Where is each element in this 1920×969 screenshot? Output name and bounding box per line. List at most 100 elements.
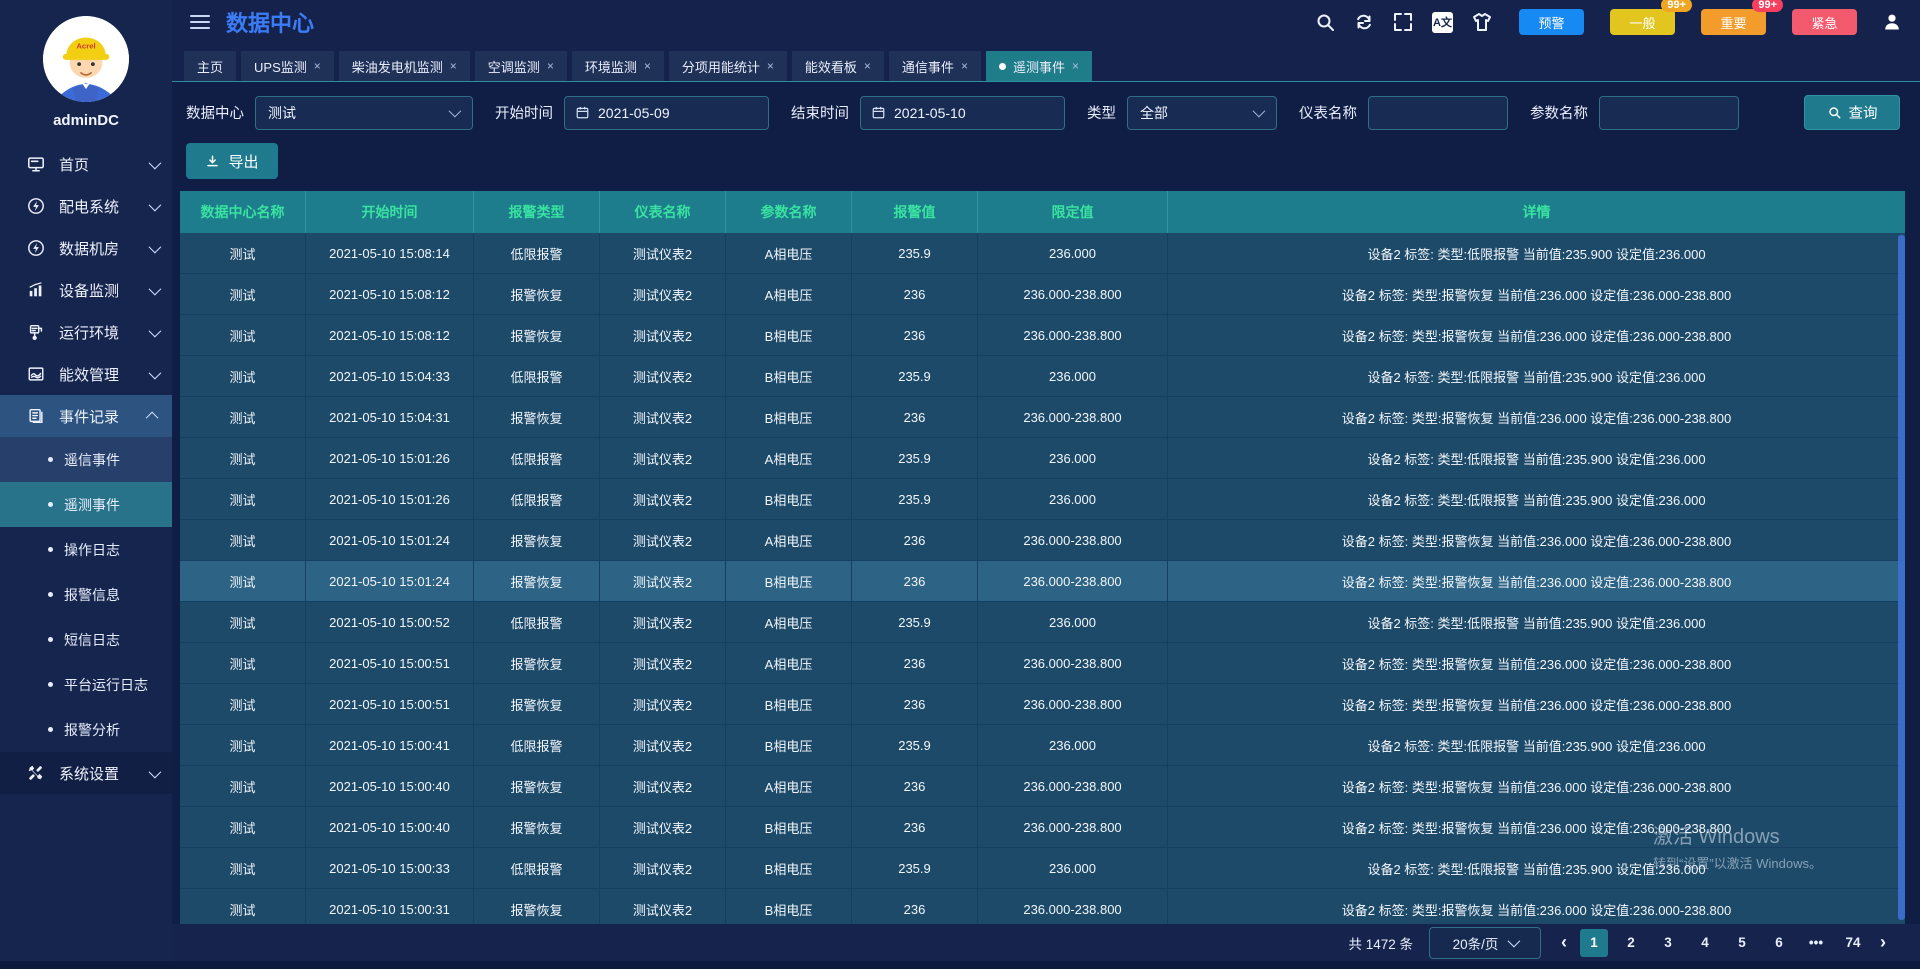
table-header-cell[interactable]: 详情 bbox=[1168, 191, 1905, 233]
alarm-button[interactable]: 紧急 bbox=[1792, 9, 1857, 35]
table-row[interactable]: 测试 2021-05-10 15:08:12 报警恢复 测试仪表2 A相电压 2… bbox=[180, 274, 1905, 315]
table-row[interactable]: 测试 2021-05-10 15:00:40 报警恢复 测试仪表2 B相电压 2… bbox=[180, 807, 1905, 848]
table-header-cell[interactable]: 报警类型 bbox=[474, 191, 600, 233]
page-button[interactable]: 4 bbox=[1691, 929, 1719, 957]
power-icon bbox=[26, 238, 46, 258]
translate-icon[interactable]: A文 bbox=[1432, 12, 1453, 33]
datacenter-select[interactable]: 测试 bbox=[255, 96, 473, 130]
page-button[interactable]: 3 bbox=[1654, 929, 1682, 957]
page-button[interactable]: 1 bbox=[1580, 929, 1608, 957]
close-icon[interactable]: × bbox=[864, 59, 871, 73]
next-page-icon[interactable]: › bbox=[1876, 932, 1890, 953]
refresh-icon[interactable] bbox=[1354, 12, 1374, 32]
sidebar-subitem[interactable]: 平台运行日志 bbox=[0, 662, 172, 707]
sidebar-subitem[interactable]: 遥测事件 bbox=[0, 482, 172, 527]
sidebar-item[interactable]: 事件记录 bbox=[0, 395, 172, 437]
tab[interactable]: UPS监测 × bbox=[241, 51, 334, 81]
table-row[interactable]: 测试 2021-05-10 15:00:41 低限报警 测试仪表2 B相电压 2… bbox=[180, 725, 1905, 766]
avatar[interactable]: Acrel bbox=[43, 16, 129, 102]
param-name-input[interactable] bbox=[1599, 96, 1739, 130]
page-button[interactable]: 74 bbox=[1839, 929, 1867, 957]
search-icon[interactable] bbox=[1315, 12, 1335, 32]
table-row[interactable]: 测试 2021-05-10 15:00:31 报警恢复 测试仪表2 B相电压 2… bbox=[180, 889, 1905, 924]
sidebar-subitem[interactable]: 操作日志 bbox=[0, 527, 172, 572]
tab[interactable]: 柴油发电机监测 × bbox=[339, 51, 470, 81]
table-row[interactable]: 测试 2021-05-10 15:00:52 低限报警 测试仪表2 A相电压 2… bbox=[180, 602, 1905, 643]
page-button[interactable]: 5 bbox=[1728, 929, 1756, 957]
menu-collapse-icon[interactable] bbox=[190, 11, 210, 33]
sidebar-subitem[interactable]: 短信日志 bbox=[0, 617, 172, 662]
table-row[interactable]: 测试 2021-05-10 15:01:26 低限报警 测试仪表2 A相电压 2… bbox=[180, 438, 1905, 479]
table-row[interactable]: 测试 2021-05-10 15:08:14 低限报警 测试仪表2 A相电压 2… bbox=[180, 233, 1905, 274]
table-row[interactable]: 测试 2021-05-10 15:00:33 低限报警 测试仪表2 B相电压 2… bbox=[180, 848, 1905, 889]
page-button[interactable]: 6 bbox=[1765, 929, 1793, 957]
tab[interactable]: 通信事件 × bbox=[889, 51, 981, 81]
tab[interactable]: 分项用能统计 × bbox=[669, 51, 787, 81]
sidebar-item[interactable]: 设备监测 bbox=[0, 269, 172, 311]
tab[interactable]: 空调监测 × bbox=[475, 51, 567, 81]
sidebar-subitem[interactable]: 遥信事件 bbox=[0, 437, 172, 482]
table-header-cell[interactable]: 开始时间 bbox=[306, 191, 474, 233]
calendar-icon bbox=[871, 105, 886, 120]
sidebar-item[interactable]: 运行环境 bbox=[0, 311, 172, 353]
table-header-cell[interactable]: 仪表名称 bbox=[600, 191, 726, 233]
sidebar-subitem[interactable]: 报警信息 bbox=[0, 572, 172, 617]
bullet-icon bbox=[48, 502, 53, 507]
bullet-icon bbox=[48, 682, 53, 687]
close-icon[interactable]: × bbox=[1072, 59, 1079, 73]
page-numbers: ‹ 123456 ••• 74 › bbox=[1557, 929, 1890, 957]
table-row[interactable]: 测试 2021-05-10 15:00:51 报警恢复 测试仪表2 B相电压 2… bbox=[180, 684, 1905, 725]
table-row[interactable]: 测试 2021-05-10 15:00:40 报警恢复 测试仪表2 A相电压 2… bbox=[180, 766, 1905, 807]
search-button[interactable]: 查询 bbox=[1804, 95, 1900, 130]
table-row[interactable]: 测试 2021-05-10 15:08:12 报警恢复 测试仪表2 B相电压 2… bbox=[180, 315, 1905, 356]
tab[interactable]: 环境监测 × bbox=[572, 51, 664, 81]
bullet-icon bbox=[48, 637, 53, 642]
table-row[interactable]: 测试 2021-05-10 15:01:24 报警恢复 测试仪表2 A相电压 2… bbox=[180, 520, 1905, 561]
sidebar-submenu: 遥信事件 遥测事件 操作日志 报警信息 短信日志 平台运行日志 bbox=[0, 437, 172, 752]
table-header-cell[interactable]: 限定值 bbox=[978, 191, 1168, 233]
alarm-button[interactable]: 一般 99+ bbox=[1610, 9, 1675, 35]
sidebar-subitem[interactable]: 报警分析 bbox=[0, 707, 172, 752]
meter-name-input[interactable] bbox=[1368, 96, 1508, 130]
sidebar-item-settings[interactable]: 系统设置 bbox=[0, 752, 172, 794]
user-icon[interactable] bbox=[1882, 12, 1902, 32]
alarm-buttons: 预警 一般 99+ 重要 99+ 紧急 bbox=[1519, 9, 1857, 35]
table-row[interactable]: 测试 2021-05-10 15:01:26 低限报警 测试仪表2 B相电压 2… bbox=[180, 479, 1905, 520]
sidebar-item[interactable]: 配电系统 bbox=[0, 185, 172, 227]
table-scrollbar[interactable] bbox=[1898, 235, 1905, 920]
fullscreen-icon[interactable] bbox=[1393, 12, 1413, 32]
table-header-cell[interactable]: 数据中心名称 bbox=[180, 191, 306, 233]
close-icon[interactable]: × bbox=[961, 59, 968, 73]
theme-shirt-icon[interactable] bbox=[1472, 12, 1492, 32]
total-count: 共 1472 条 bbox=[1348, 933, 1413, 953]
close-icon[interactable]: × bbox=[314, 59, 321, 73]
prev-page-icon[interactable]: ‹ bbox=[1557, 932, 1571, 953]
top-bar: 数据中心 A文 预警 bbox=[172, 0, 1920, 44]
close-icon[interactable]: × bbox=[450, 59, 457, 73]
tools-icon bbox=[26, 763, 46, 783]
tab[interactable]: 遥测事件 × bbox=[986, 51, 1092, 81]
close-icon[interactable]: × bbox=[767, 59, 774, 73]
page-size-select[interactable]: 20条/页 bbox=[1429, 927, 1541, 959]
tab[interactable]: 能效看板 × bbox=[792, 51, 884, 81]
end-date-input[interactable]: 2021-05-10 bbox=[860, 96, 1065, 130]
sidebar-item[interactable]: 数据机房 bbox=[0, 227, 172, 269]
close-icon[interactable]: × bbox=[547, 59, 554, 73]
table-row[interactable]: 测试 2021-05-10 15:04:31 报警恢复 测试仪表2 B相电压 2… bbox=[180, 397, 1905, 438]
close-icon[interactable]: × bbox=[644, 59, 651, 73]
sidebar-item[interactable]: 能效管理 bbox=[0, 353, 172, 395]
table-header-cell[interactable]: 参数名称 bbox=[726, 191, 852, 233]
table-header-cell[interactable]: 报警值 bbox=[852, 191, 978, 233]
start-date-input[interactable]: 2021-05-09 bbox=[564, 96, 769, 130]
tab[interactable]: 主页 bbox=[184, 51, 236, 81]
export-button[interactable]: 导出 bbox=[186, 143, 278, 179]
alarm-button[interactable]: 预警 bbox=[1519, 9, 1584, 35]
page-button[interactable]: 2 bbox=[1617, 929, 1645, 957]
table-row[interactable]: 测试 2021-05-10 15:04:33 低限报警 测试仪表2 B相电压 2… bbox=[180, 356, 1905, 397]
table-row[interactable]: 测试 2021-05-10 15:00:51 报警恢复 测试仪表2 A相电压 2… bbox=[180, 643, 1905, 684]
table-row[interactable]: 测试 2021-05-10 15:01:24 报警恢复 测试仪表2 B相电压 2… bbox=[180, 561, 1905, 602]
alarm-button[interactable]: 重要 99+ bbox=[1701, 9, 1766, 35]
type-select[interactable]: 全部 bbox=[1127, 96, 1277, 130]
sidebar-item[interactable]: 首页 bbox=[0, 143, 172, 185]
page-button[interactable]: ••• bbox=[1802, 929, 1830, 957]
